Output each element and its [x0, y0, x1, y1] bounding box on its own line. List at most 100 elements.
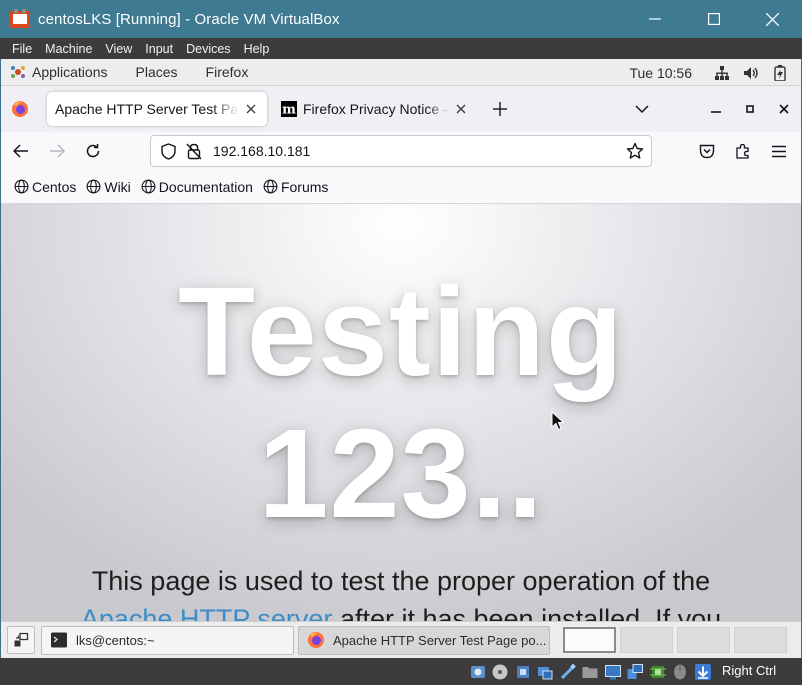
optical-drive-icon[interactable] [491, 662, 510, 681]
mouse-integration-icon[interactable] [671, 662, 690, 681]
menu-file[interactable]: File [0, 42, 39, 56]
pocket-icon [699, 144, 715, 158]
new-tab-button[interactable] [485, 94, 515, 124]
network-adapter-icon[interactable] [536, 662, 555, 681]
bookmark-star-icon[interactable] [626, 142, 644, 160]
workspace-3[interactable] [677, 627, 730, 653]
workspace-1[interactable] [563, 627, 616, 653]
workspace-switcher [563, 627, 791, 653]
bookmark-centos[interactable]: Centos [14, 179, 76, 195]
applications-icon [11, 66, 25, 78]
puzzle-icon [736, 143, 749, 159]
firefox-view-button[interactable] [1, 86, 39, 132]
shared-folders-icon[interactable] [581, 662, 600, 681]
url-bar[interactable]: 192.168.10.181 [150, 135, 652, 167]
hamburger-menu-icon [772, 145, 786, 157]
tab-firefox-privacy-notice[interactable]: m Firefox Privacy Notice — Mozilla [273, 92, 477, 126]
maximize-button[interactable] [684, 0, 743, 38]
firefox-app-menu[interactable]: Firefox [206, 64, 249, 80]
intro-paragraph-line2: Apache HTTP server after it has been ins… [1, 600, 801, 621]
bookmark-label: Forums [280, 178, 329, 195]
taskbar-terminal-label: lks@centos:~ [76, 632, 155, 648]
workspace-4[interactable] [734, 627, 787, 653]
taskbar-firefox[interactable]: Apache HTTP Server Test Page po... [298, 625, 550, 655]
vbox-menubar: File Machine View Input Devices Help [0, 38, 802, 59]
tab-close-icon[interactable] [453, 101, 469, 117]
vbox-window-title: centosLKS [Running] - Oracle VM VirtualB… [38, 10, 340, 28]
window-close-button[interactable] [767, 92, 801, 126]
menu-machine[interactable]: Machine [39, 42, 99, 56]
tab-label: Apache HTTP Server Test Page powered by … [55, 101, 239, 117]
usb-icon[interactable] [558, 662, 577, 681]
reload-icon [86, 144, 100, 158]
guest-screen: Applications Places Firefox Tue 10:56 Ap… [1, 59, 801, 658]
network-wired-icon[interactable] [714, 65, 730, 81]
arrow-right-icon [50, 144, 65, 158]
audio-icon[interactable] [513, 662, 532, 681]
url-text[interactable]: 192.168.10.181 [213, 143, 310, 159]
show-desktop-icon [14, 632, 29, 647]
bookmark-label: Documentation [158, 178, 253, 195]
page-heading-line2: 123.. [258, 403, 544, 544]
bookmark-label: Wiki [104, 178, 131, 195]
tab-apache-test-page[interactable]: Apache HTTP Server Test Page powered by … [47, 92, 267, 126]
app-menu-button[interactable] [763, 135, 795, 167]
reload-button[interactable] [77, 135, 109, 167]
tab-close-icon[interactable] [243, 101, 259, 117]
menu-input[interactable]: Input [139, 42, 180, 56]
display-icon[interactable] [603, 662, 622, 681]
intro-paragraph-rest: after it has been installed. If you [332, 604, 722, 621]
maximize-icon [707, 13, 720, 25]
bookmark-documentation[interactable]: Documentation [141, 179, 253, 195]
minimize-button[interactable] [625, 0, 684, 38]
host-key-arrow-icon[interactable] [693, 662, 712, 681]
video-capture-icon[interactable] [626, 662, 645, 681]
gnome-bottom-taskbar: lks@centos:~ Apache HTTP Server Test Pag… [1, 621, 801, 658]
close-icon [766, 12, 779, 26]
gnome-top-panel: Applications Places Firefox Tue 10:56 [1, 59, 801, 86]
power-battery-icon[interactable] [772, 64, 788, 81]
extensions-button[interactable] [727, 135, 759, 167]
hard-disk-icon[interactable] [468, 662, 487, 681]
window-minimize-button[interactable] [699, 92, 733, 126]
mozilla-m-icon: m [281, 101, 297, 118]
firefox-tab-bar: Apache HTTP Server Test Page powered by … [1, 86, 801, 132]
svg-text:m: m [282, 103, 296, 118]
firefox-logo-icon [12, 101, 28, 117]
bookmark-wiki[interactable]: Wiki [86, 178, 131, 195]
globe-icon [141, 179, 156, 194]
volume-icon[interactable] [743, 65, 759, 81]
mouse-pointer-icon [551, 411, 565, 431]
apache-http-server-link[interactable]: Apache HTTP server [81, 604, 333, 621]
firefox-nav-bar: 192.168.10.181 [1, 132, 801, 170]
applications-menu[interactable]: Applications [32, 64, 108, 80]
insecure-lock-icon[interactable] [185, 142, 203, 160]
plus-icon [493, 102, 507, 116]
vbox-statusbar: Right Ctrl [0, 658, 802, 685]
close-icon [779, 104, 789, 114]
forward-button[interactable] [41, 135, 73, 167]
pocket-button[interactable] [691, 135, 723, 167]
menu-devices[interactable]: Devices [180, 42, 237, 56]
minimize-icon [711, 111, 721, 113]
taskbar-terminal[interactable]: lks@centos:~ [41, 625, 294, 655]
bookmark-forums[interactable]: Forums [263, 179, 328, 195]
maximize-icon [746, 105, 754, 113]
back-button[interactable] [5, 135, 37, 167]
globe-icon [86, 179, 101, 194]
list-all-tabs-button[interactable] [625, 92, 659, 126]
virtualbox-logo-icon [9, 8, 31, 30]
shield-icon[interactable] [159, 142, 177, 160]
globe-icon [263, 179, 278, 194]
close-button[interactable] [743, 0, 802, 38]
panel-clock[interactable]: Tue 10:56 [629, 65, 692, 81]
window-maximize-button[interactable] [733, 92, 767, 126]
menu-view[interactable]: View [99, 42, 139, 56]
workspace-2[interactable] [620, 627, 673, 653]
places-menu[interactable]: Places [136, 64, 178, 80]
menu-help[interactable]: Help [238, 42, 277, 56]
cpu-indicator-icon[interactable] [648, 662, 667, 681]
show-desktop-button[interactable] [7, 626, 35, 654]
chevron-down-icon [635, 104, 649, 113]
firefox-logo-icon [308, 632, 324, 648]
